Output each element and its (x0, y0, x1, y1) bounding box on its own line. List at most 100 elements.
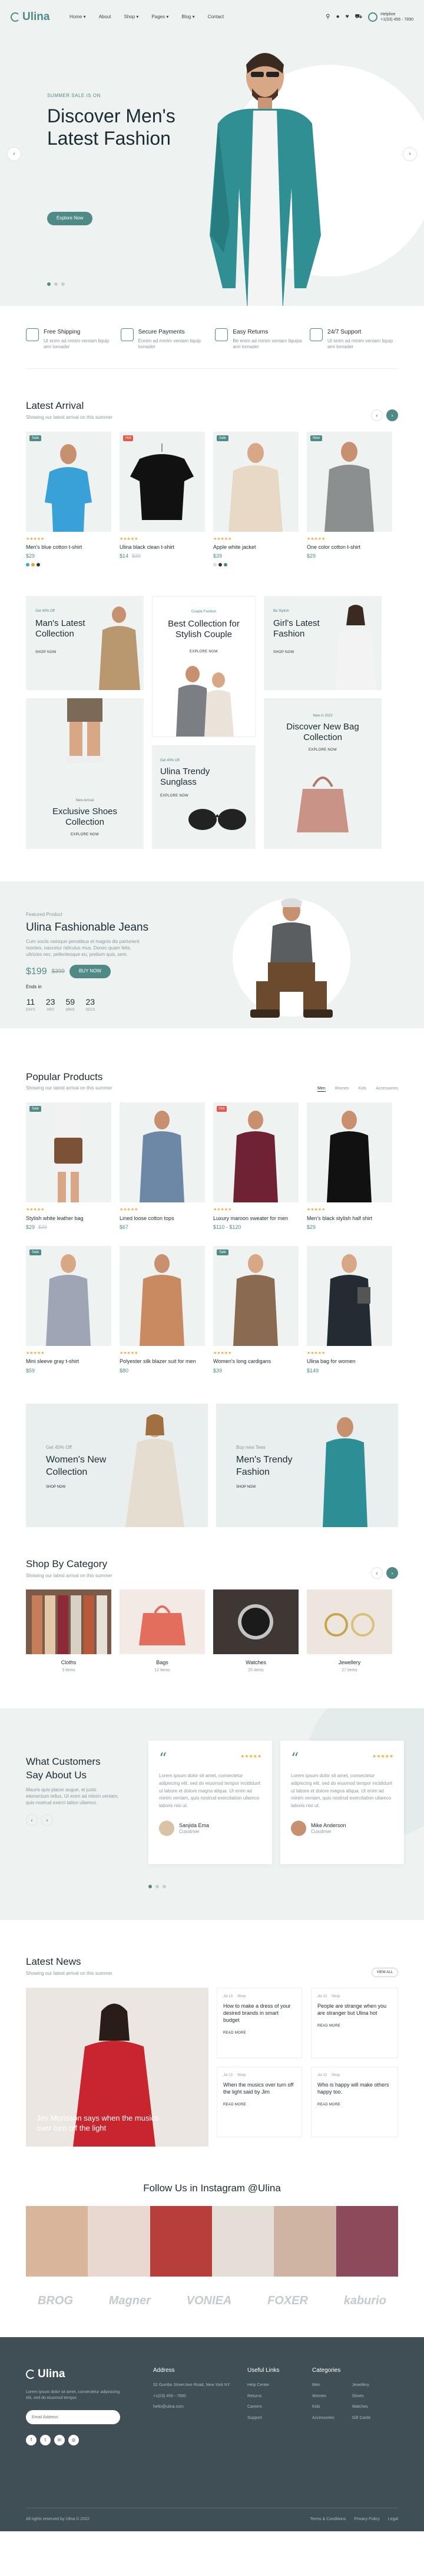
mens-collection-tile[interactable]: Get 40% Off Man's Latest Collection SHOP… (26, 595, 144, 690)
prev-arrow[interactable]: ‹ (371, 1567, 383, 1579)
category-bags[interactable]: Bags 12 items (120, 1589, 205, 1673)
product-card[interactable]: ★★★★★ Lined loose cotton tops $67 (120, 1102, 205, 1231)
news-section: Latest News Showing our latest arrival on… (0, 1955, 424, 2147)
tab-kids[interactable]: Kids (359, 1086, 367, 1092)
brand-logo[interactable]: VONIEA (187, 2293, 232, 2309)
explore-now-link[interactable]: EXPLORE NOW (160, 794, 188, 798)
news-card[interactable]: Jul 13 Shop How to make a dress of your de… (217, 1987, 302, 2058)
tab-women[interactable]: Women (335, 1086, 349, 1092)
explore-now-link[interactable]: EXPLORE NOW (153, 649, 255, 654)
instagram-photo[interactable] (150, 2205, 212, 2277)
product-card[interactable]: ★★★★★ Men's black stylish half shirt $29 (307, 1102, 392, 1231)
instagram-photo[interactable] (274, 2205, 336, 2277)
bag-collection-tile[interactable]: New in 2022 Discover New Bag Collection … (264, 698, 382, 849)
bag-image (297, 776, 349, 832)
rating-stars: ★★★★★ (240, 1754, 261, 1759)
product-card[interactable]: New ★★★★★ One color cotton t-shirt $29 (307, 431, 392, 566)
brand-logos: BROG Magner VONIEA FOXER kaburio (38, 2293, 386, 2309)
instagram-photo[interactable] (211, 2205, 274, 2277)
news-card[interactable]: Jul 13 Shop People are strange when you ar… (311, 1987, 398, 2058)
slide-dot-3[interactable] (163, 1885, 166, 1889)
instagram-icon[interactable]: ◎ (68, 2435, 79, 2446)
hero-prev-arrow[interactable]: ‹ (7, 147, 21, 161)
hero-next-arrow[interactable]: › (403, 147, 417, 161)
instagram-photo[interactable] (88, 2205, 150, 2277)
womens-banner[interactable]: Get 40% Off Women's New Collection SHOP NO… (26, 1403, 208, 1527)
explore-now-link[interactable]: EXPLORE NOW (264, 748, 382, 752)
footer-logo[interactable]: Ulina (26, 2367, 85, 2382)
heart-icon[interactable]: ♥ (346, 13, 349, 21)
next-arrow[interactable]: › (386, 409, 398, 421)
mens-banner[interactable]: Buy new Tees Men's Trendy Fashion SHOP NOW (216, 1403, 398, 1527)
nav-about[interactable]: About (99, 14, 111, 21)
next-arrow[interactable]: › (386, 1567, 398, 1579)
sunglass-collection-tile[interactable]: Get 40% Off Ulina Trendy Sunglass EXPLOR… (152, 745, 256, 849)
tab-men[interactable]: Men (317, 1086, 326, 1092)
clothes-rack-image (26, 1589, 111, 1655)
twitter-icon[interactable]: t (40, 2435, 51, 2446)
shop-now-link[interactable]: SHOP NOW (273, 650, 294, 655)
logo[interactable]: Ulina (11, 9, 69, 25)
product-card[interactable]: Sale ★★★★★ Mini sleeve gray t-shirt $59 (26, 1246, 111, 1374)
product-card[interactable]: Sale ★★★★★ Men's blue cotton t-shirt $29 (26, 431, 111, 566)
buy-now-button[interactable]: BUY NOW (69, 965, 111, 979)
linkedin-icon[interactable]: in (54, 2435, 65, 2446)
facebook-icon[interactable]: f (26, 2435, 37, 2446)
product-image: New (307, 431, 392, 532)
tab-accessories[interactable]: Accessories (376, 1086, 398, 1092)
product-card[interactable]: ★★★★★ Ulina bag for women $149 (307, 1246, 392, 1374)
nav-contact[interactable]: Contact (208, 14, 224, 21)
view-all-button[interactable]: VIEW ALL (371, 1967, 398, 1977)
category-watches[interactable]: Watches 25 items (213, 1589, 299, 1673)
product-card[interactable]: Sale ★★★★★ Apple white jacket $39 (213, 431, 299, 566)
bag-model-image (327, 1254, 372, 1346)
nav-shop[interactable]: Shop ▾ (124, 14, 138, 21)
news-card[interactable]: Jul 13 Shop Who is happy will make others … (311, 2066, 398, 2137)
slide-dot-2[interactable] (54, 282, 58, 286)
next-arrow[interactable]: › (41, 1814, 53, 1827)
instagram-photo[interactable] (336, 2205, 398, 2277)
brand-logo[interactable]: BROG (38, 2293, 73, 2309)
product-card[interactable]: ★★★★★ Polyester silk blazer suit for men $… (120, 1246, 205, 1374)
nav-pages[interactable]: Pages ▾ (151, 14, 168, 21)
search-icon[interactable]: ⚲ (326, 13, 330, 21)
shop-now-link[interactable]: SHOP NOW (236, 1485, 313, 1489)
instagram-photo[interactable] (26, 2205, 88, 2277)
product-card[interactable]: Hot ★★★★★ Luxury maroon sweater for men $11… (213, 1102, 299, 1231)
explore-now-button[interactable]: Explore Now (47, 212, 93, 225)
product-card[interactable]: Hot ★★★★★ Ulina black clean t-shirt $14 $30 (120, 431, 205, 566)
rating-stars: ★★★★★ (213, 536, 232, 541)
shoes-collection-tile[interactable]: New Arrival Exclusive Shoes Collection E… (26, 698, 144, 849)
news-card[interactable]: Jul 13 Shop When the musics over turn off … (217, 2066, 302, 2137)
girls-collection-tile[interactable]: Be Stylish Girl's Latest Fashion SHOP NO… (264, 595, 382, 690)
prev-arrow[interactable]: ‹ (371, 409, 383, 421)
slide-dot-3[interactable] (61, 282, 65, 286)
slide-dot-1[interactable] (47, 282, 51, 286)
explore-now-link[interactable]: EXPLORE NOW (26, 832, 144, 837)
nav-blog[interactable]: Blog ▾ (181, 14, 194, 21)
category-jewellery[interactable]: Jewellery 27 items (307, 1589, 392, 1673)
brand-logo[interactable]: FOXER (267, 2293, 308, 2309)
section-title: Latest Arrival (26, 400, 84, 412)
cart-icon[interactable]: ⛟ (355, 13, 363, 21)
slide-dot-2[interactable] (155, 1885, 159, 1889)
avatar (291, 1821, 306, 1837)
category-cloths[interactable]: Cloths 3 items (26, 1589, 111, 1673)
product-card[interactable]: Sale ★★★★★ Stylish white leather bag $29 $39 (26, 1102, 111, 1231)
shop-now-link[interactable]: SHOP NOW (46, 1485, 122, 1489)
sweater-model-image (233, 1111, 278, 1203)
helpline[interactable]: Helpline +1(03) 456 - 7890 (368, 12, 413, 23)
shop-now-link[interactable]: SHOP NOW (35, 650, 57, 655)
brand-logo[interactable]: kaburio (344, 2293, 386, 2309)
product-card[interactable]: Sale ★★★★★ Women's long cardigans $39 (213, 1246, 299, 1374)
user-icon[interactable]: ● (336, 13, 340, 21)
prev-arrow[interactable]: ‹ (26, 1814, 38, 1827)
couple-collection-tile[interactable]: Couple Fashion Best Collection for Styli… (152, 595, 256, 737)
brand-logo[interactable]: Magner (109, 2293, 151, 2309)
slide-dot-1[interactable] (148, 1885, 152, 1889)
nav-home[interactable]: Home ▾ (69, 14, 86, 21)
newsletter-email-input[interactable] (26, 2410, 120, 2425)
instagram-section: Follow Us in Instagram @Ulina (0, 2182, 424, 2277)
support-icon (309, 328, 323, 341)
featured-news-card[interactable]: Jim Morisson says when the musics over t… (26, 1987, 208, 2147)
